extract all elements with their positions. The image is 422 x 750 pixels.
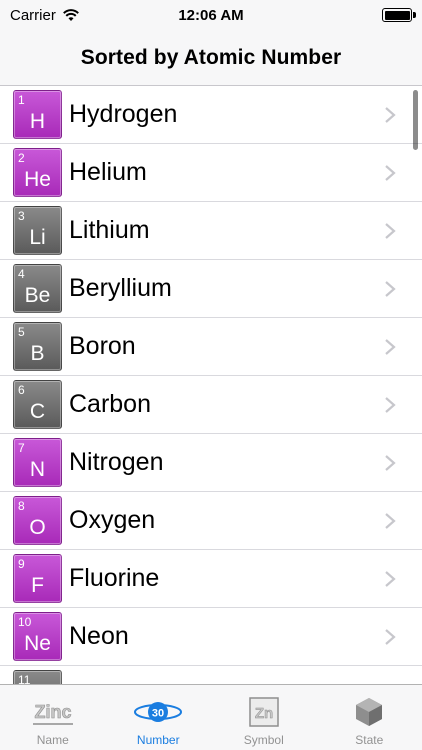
- element-name: Oxygen: [69, 506, 156, 534]
- list-item[interactable]: 4 Be Beryllium: [0, 260, 422, 318]
- atomic-number-icon: 30: [132, 695, 184, 729]
- chevron-right-icon: [385, 338, 396, 355]
- list-item[interactable]: 5 B Boron: [0, 318, 422, 376]
- tab-symbol[interactable]: Zn Symbol: [211, 685, 317, 750]
- element-name: Fluorine: [69, 564, 160, 592]
- status-bar: Carrier 12:06 AM: [0, 0, 422, 30]
- svg-text:Zn: Zn: [255, 705, 273, 722]
- list-item[interactable]: 3 Li Lithium: [0, 202, 422, 260]
- chevron-right-icon: [385, 628, 396, 645]
- chevron-right-icon: [385, 106, 396, 123]
- tab-label-state: State: [355, 733, 384, 747]
- tab-number[interactable]: 30 Number: [106, 685, 212, 750]
- element-tile: 7N: [13, 438, 62, 487]
- symbol-icon: Zn: [248, 695, 280, 729]
- chevron-right-icon: [385, 512, 396, 529]
- chevron-right-icon: [385, 222, 396, 239]
- element-symbol: C: [29, 400, 46, 423]
- atomic-number: 8: [18, 499, 25, 513]
- element-name: Lithium: [69, 216, 150, 244]
- chevron-right-icon: [385, 396, 396, 413]
- atomic-number: 11: [18, 673, 31, 684]
- battery-icon: [382, 8, 416, 22]
- element-symbol: H: [29, 110, 46, 133]
- element-name: Nitrogen: [69, 448, 164, 476]
- element-tile: 11: [13, 670, 62, 684]
- list-item[interactable]: 8 O Oxygen: [0, 492, 422, 550]
- navigation-bar: Sorted by Atomic Number: [0, 30, 422, 86]
- element-symbol: N: [29, 458, 46, 481]
- svg-text:Zinc: Zinc: [34, 702, 71, 722]
- element-tile: 5B: [13, 322, 62, 371]
- element-symbol: F: [31, 574, 44, 597]
- atomic-number: 9: [18, 557, 25, 571]
- element-tile: 6C: [13, 380, 62, 429]
- element-tile: 2 He: [13, 148, 62, 197]
- atomic-number: 6: [18, 383, 25, 397]
- tab-state[interactable]: State: [317, 685, 422, 750]
- carrier-label: Carrier: [10, 6, 56, 24]
- chevron-right-icon: [385, 454, 396, 471]
- element-tile: 4 Be: [13, 264, 62, 313]
- element-symbol: O: [29, 516, 46, 539]
- tab-label-symbol: Symbol: [243, 733, 284, 747]
- element-symbol: B: [30, 342, 45, 365]
- list-item[interactable]: 11: [0, 666, 422, 684]
- atomic-number: 5: [18, 325, 25, 339]
- atomic-number: 7: [18, 441, 25, 455]
- chevron-right-icon: [385, 280, 396, 297]
- element-tile: 9F: [13, 554, 62, 603]
- element-symbol: Li: [29, 226, 46, 249]
- wifi-icon: [62, 9, 79, 21]
- atomic-number: 10: [18, 615, 32, 629]
- svg-text:30: 30: [152, 708, 164, 720]
- list-item[interactable]: 9 F Fluorine: [0, 550, 422, 608]
- element-name: Neon: [69, 622, 129, 650]
- carrier-group: Carrier: [10, 7, 80, 24]
- atomic-number: 4: [18, 267, 25, 281]
- tab-label-number: Number: [136, 733, 180, 747]
- element-name: Beryllium: [69, 274, 172, 302]
- list-item[interactable]: 7 N Nitrogen: [0, 434, 422, 492]
- list-item[interactable]: 2 He Helium: [0, 144, 422, 202]
- element-symbol: Be: [24, 284, 51, 307]
- list-item[interactable]: 6 C Carbon: [0, 376, 422, 434]
- page-title: Sorted by Atomic Number: [80, 45, 342, 69]
- atomic-number: 2: [18, 151, 25, 165]
- tab-bar: Zinc Name 30 Number Zn Symbol State: [0, 684, 422, 750]
- zinc-name-icon: Zinc: [31, 695, 75, 729]
- element-tile: 10 Ne: [13, 612, 62, 661]
- element-tile: 3 Li: [13, 206, 62, 255]
- list-item[interactable]: 10 Ne Neon: [0, 608, 422, 666]
- tab-label-name: Name: [36, 733, 69, 747]
- element-name: Boron: [69, 332, 136, 360]
- element-list[interactable]: 1 H Hydrogen 2 He Helium 3 Li Lithium 4 Be Berylliu…: [0, 86, 422, 684]
- atomic-number: 3: [18, 209, 25, 223]
- element-name: Carbon: [69, 390, 151, 418]
- element-symbol: He: [24, 168, 51, 191]
- state-cube-icon: [353, 695, 385, 729]
- element-symbol: Ne: [24, 632, 51, 655]
- chevron-right-icon: [385, 570, 396, 587]
- element-tile: 8O: [13, 496, 62, 545]
- element-name: Helium: [69, 158, 147, 186]
- chevron-right-icon: [385, 164, 396, 181]
- element-tile: 1H: [13, 90, 62, 139]
- element-name: Hydrogen: [69, 100, 178, 128]
- scrollbar[interactable]: [413, 90, 418, 150]
- tab-name[interactable]: Zinc Name: [0, 685, 106, 750]
- atomic-number: 1: [18, 93, 25, 107]
- list-item[interactable]: 1 H Hydrogen: [0, 86, 422, 144]
